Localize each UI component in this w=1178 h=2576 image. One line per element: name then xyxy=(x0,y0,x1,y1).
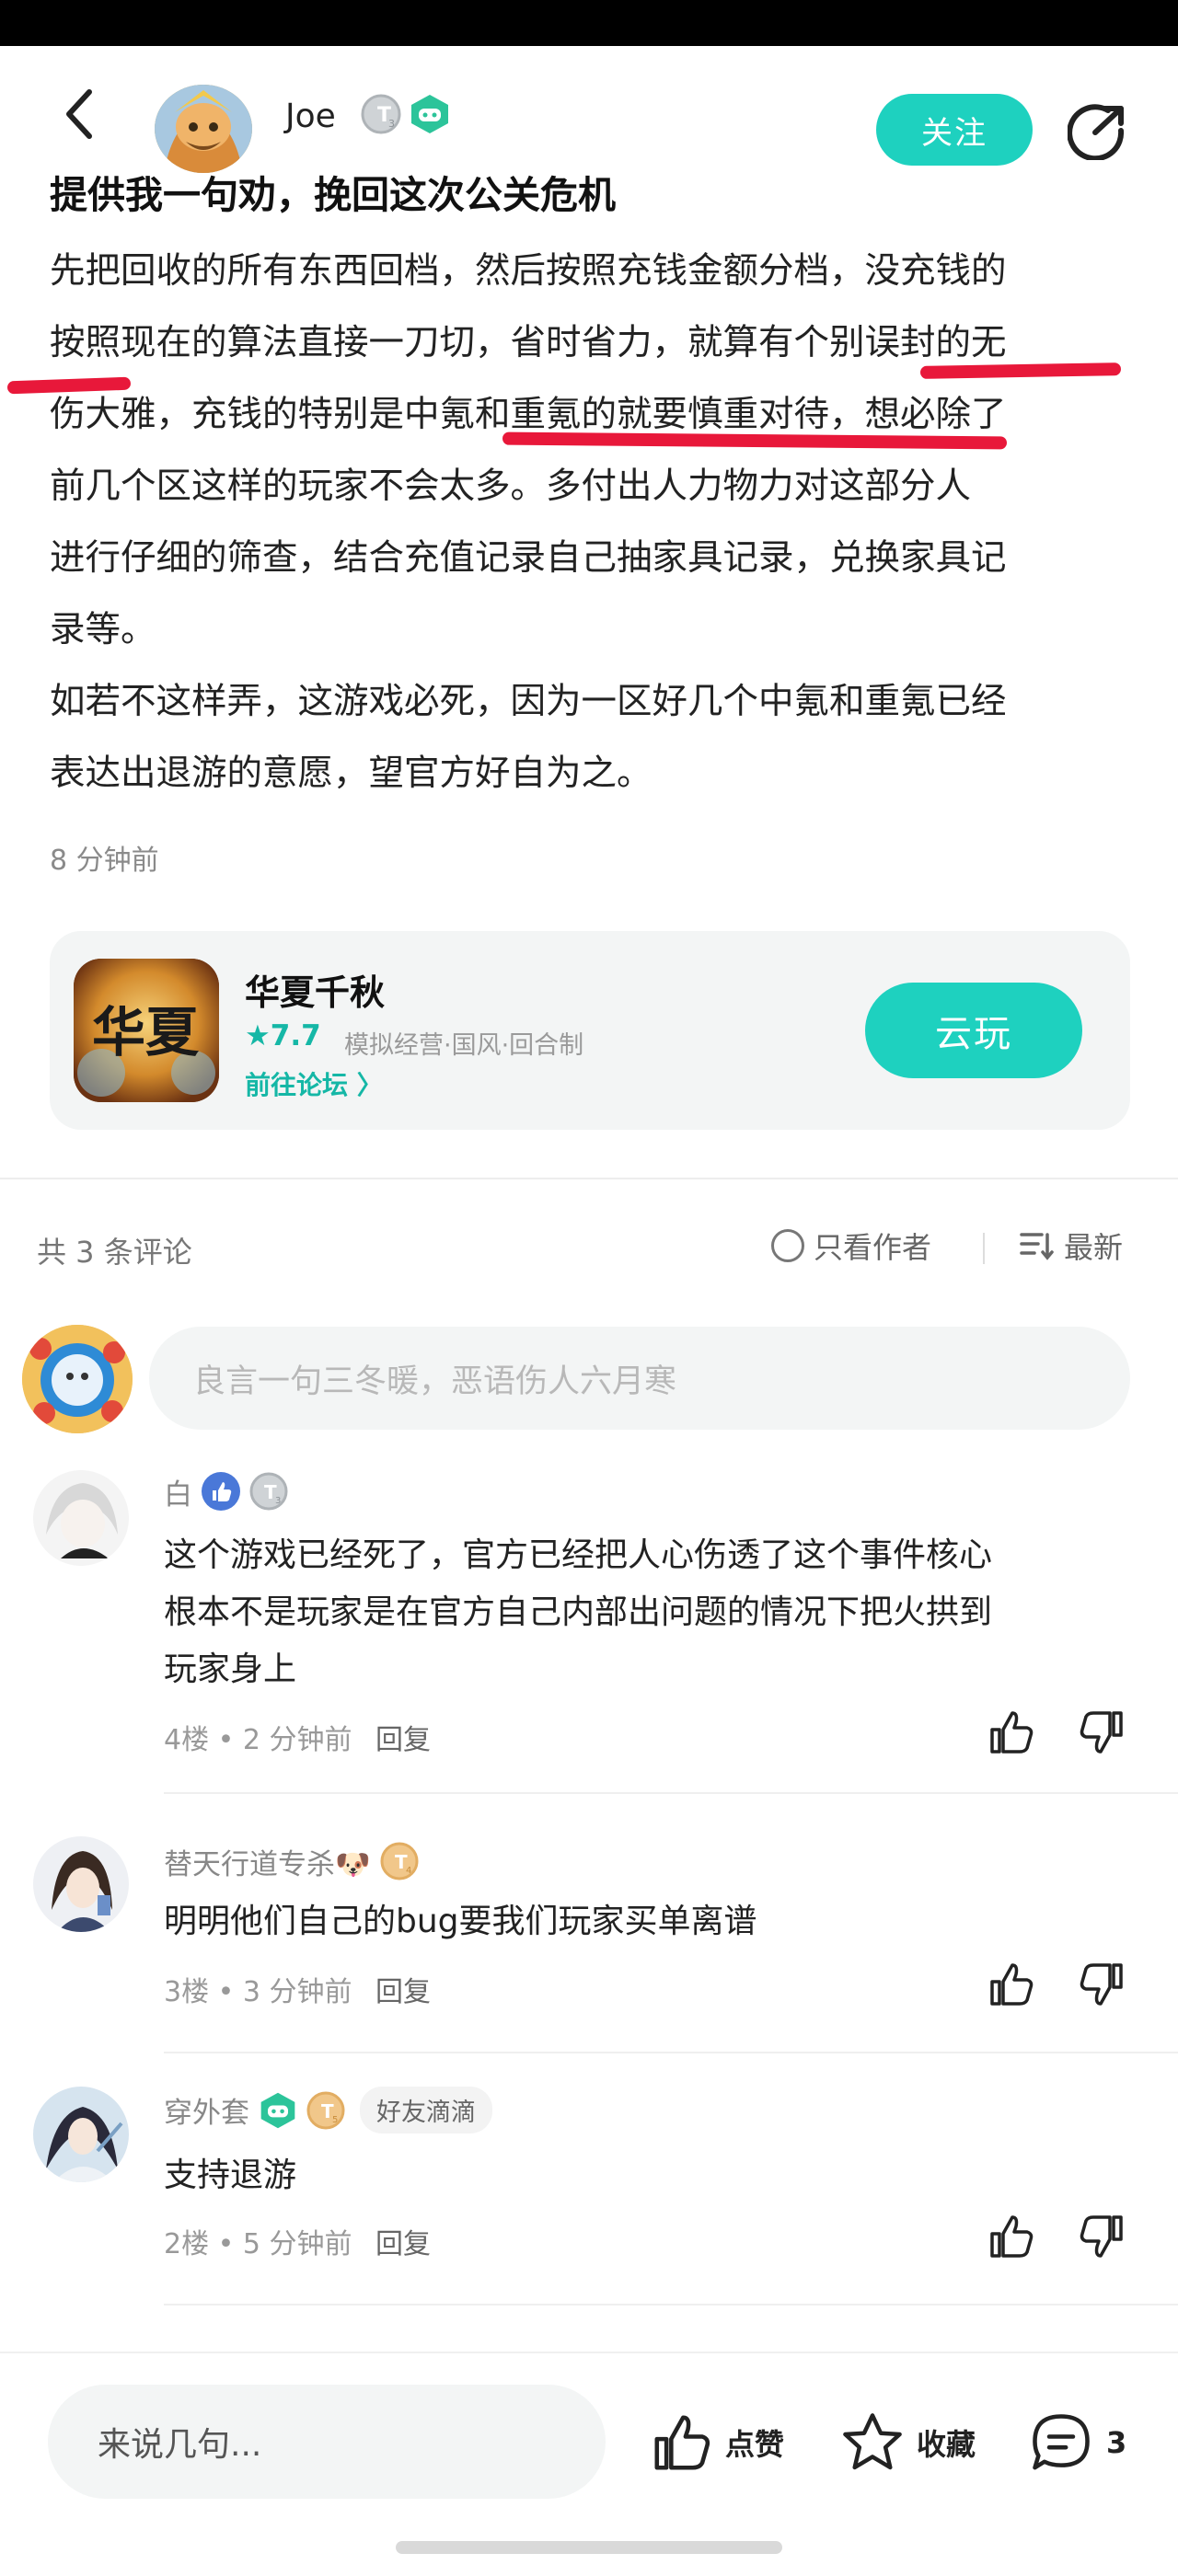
comment-item: 替天行道专杀🐶 T 4 明明他们自己的bug要我们玩家买单离谱 3楼 • 3 分… xyxy=(0,1825,1178,2055)
back-button[interactable] xyxy=(57,86,101,142)
status-bar xyxy=(0,0,1178,46)
section-divider xyxy=(0,1178,1178,1179)
commenter-name-text: 白 xyxy=(164,1478,192,1512)
svg-text:5: 5 xyxy=(332,2115,338,2125)
comment-line: 明明他们自己的bug要我们玩家买单离谱 xyxy=(164,1903,757,1940)
commenter-name-text: 替天行道专杀🐶 xyxy=(164,1847,371,1881)
svg-text:3: 3 xyxy=(388,118,395,130)
commenter-name: 白 T 3 xyxy=(164,1470,290,1512)
commenter-avatar[interactable] xyxy=(33,1470,129,1566)
thumbs-up-icon xyxy=(654,2415,710,2470)
game-icon-text: 华夏 xyxy=(92,1001,200,1064)
comment-divider xyxy=(164,1792,1178,1794)
comment-line: 支持退游 xyxy=(164,2156,297,2194)
comment-input[interactable]: 良言一句三冬暖，恶语伤人六月寒 xyxy=(149,1327,1130,1430)
chevron-left-icon xyxy=(66,89,92,139)
game-card[interactable]: 华夏 华夏千秋 ★7.7 模拟经营·国风·回合制 前往论坛 〉 云玩 xyxy=(50,931,1130,1130)
friend-tag: 好友滴滴 xyxy=(360,2087,492,2133)
thumbs-down-icon[interactable] xyxy=(1075,1960,1126,2009)
commenter-avatar[interactable] xyxy=(33,1836,129,1932)
comments-count: 共 3 条评论 xyxy=(37,1235,192,1270)
comment-line: 根本不是玩家是在官方自己内部出问题的情况下把火拱到 xyxy=(164,1593,993,1631)
game-rating: ★7.7 xyxy=(245,1019,321,1052)
comment-meta: 3楼 • 3 分钟前 回复 xyxy=(164,1969,431,2009)
comment-item: 白 T 3 这个游戏已经死了，官方已经把人心伤透了这个事件核心 根本不是玩家是在… xyxy=(0,1463,1178,1794)
level-badge: T 3 xyxy=(249,1472,288,1511)
author-avatar[interactable] xyxy=(155,85,252,173)
say-something-input[interactable]: 来说几句... xyxy=(48,2385,606,2499)
gamepad-badge-icon xyxy=(407,92,453,136)
level-badge: T 5 xyxy=(306,2091,345,2129)
thumbs-up-icon[interactable] xyxy=(987,1960,1036,2009)
comment-text: 这个游戏已经死了，官方已经把人心伤透了这个事件核心 根本不是玩家是在官方自己内部… xyxy=(164,1527,1139,1698)
commenter-avatar[interactable] xyxy=(33,2087,129,2182)
post-title: 提供我一句劝，挽回这次公关危机 xyxy=(50,173,616,217)
radio-circle-icon xyxy=(771,1229,804,1262)
reply-button[interactable]: 回复 xyxy=(375,1724,431,1756)
game-tags: 模拟经营·国风·回合制 xyxy=(344,1031,584,1060)
comment-meta: 4楼 • 2 分钟前 回复 xyxy=(164,1717,431,1757)
vertical-divider xyxy=(983,1233,985,1264)
level-badge: T 4 xyxy=(380,1842,419,1880)
sort-list-icon xyxy=(1020,1233,1054,1260)
svg-text:3: 3 xyxy=(275,1496,281,1506)
post-line: 进行仔细的筛查，结合充值记录自己抽家具记录，兑换家具记 xyxy=(50,537,1007,579)
like-label: 点赞 xyxy=(725,2427,785,2462)
commenter-name: 穿外套 T 5 好友滴滴 xyxy=(164,2087,492,2133)
post-timestamp: 8 分钟前 xyxy=(50,845,159,877)
collect-button[interactable]: 收藏 xyxy=(839,2409,976,2477)
sort-button[interactable]: 最新 xyxy=(1018,1225,1123,1266)
sort-label: 最新 xyxy=(1064,1230,1124,1265)
comment-count: 3 xyxy=(1106,2425,1127,2460)
share-icon[interactable] xyxy=(1067,103,1128,162)
comment-meta: 2楼 • 5 分钟前 回复 xyxy=(164,2221,431,2261)
star-icon xyxy=(843,2413,902,2470)
commenter-name-text: 穿外套 xyxy=(164,2097,249,2130)
follow-button[interactable]: 关注 xyxy=(876,94,1033,166)
game-icon[interactable]: 华夏 xyxy=(74,959,219,1102)
comment-floor-time: 2楼 • 5 分钟前 xyxy=(164,2228,352,2260)
home-indicator xyxy=(396,2541,782,2554)
comment-line: 这个游戏已经死了，官方已经把人心伤透了这个事件核心 xyxy=(164,1536,993,1574)
comment-bubble-icon xyxy=(1033,2414,1090,2470)
level-badge: T 3 xyxy=(359,92,403,136)
comment-item: 穿外套 T 5 好友滴滴 支持退游 2楼 • 5 分钟前 回复 xyxy=(0,2077,1178,2307)
like-button[interactable]: 点赞 xyxy=(650,2409,784,2477)
cloud-play-button[interactable]: 云玩 xyxy=(865,983,1082,1078)
collect-label: 收藏 xyxy=(917,2427,976,2462)
post-line: 先把回收的所有东西回档，然后按照充钱金额分档，没充钱的 xyxy=(50,250,1007,292)
comment-divider xyxy=(164,2304,1178,2306)
comment-text: 明明他们自己的bug要我们玩家买单离谱 xyxy=(164,1893,1139,1950)
svg-text:4: 4 xyxy=(406,1866,411,1876)
thumbs-up-icon[interactable] xyxy=(987,1708,1036,1757)
post-line: 录等。 xyxy=(50,609,156,650)
post-line: 如若不这样弄，这游戏必死，因为一区好几个中氪和重氪已经 xyxy=(50,681,1007,722)
comment-text: 支持退游 xyxy=(164,2147,1139,2204)
reply-button[interactable]: 回复 xyxy=(375,2228,431,2260)
author-only-toggle[interactable]: 只看作者 xyxy=(771,1225,931,1266)
comment-floor-time: 3楼 • 3 分钟前 xyxy=(164,1976,352,2008)
forum-link[interactable]: 前往论坛 〉 xyxy=(245,1065,383,1102)
author-only-label: 只看作者 xyxy=(814,1230,932,1265)
comment-divider xyxy=(164,2052,1178,2053)
game-name[interactable]: 华夏千秋 xyxy=(245,964,385,1015)
post-line: 前几个区这样的玩家不会太多。多付出人力物力对这部分人 xyxy=(50,466,972,507)
thumbs-up-badge-icon xyxy=(202,1472,240,1511)
post-header: Joe T 3 关注 xyxy=(0,46,1178,175)
comment-line: 玩家身上 xyxy=(164,1650,297,1688)
thumbs-down-icon[interactable] xyxy=(1075,2212,1126,2261)
gamepad-badge-icon xyxy=(260,2092,295,2128)
author-name[interactable]: Joe xyxy=(285,98,336,135)
comment-floor-time: 4楼 • 2 分钟前 xyxy=(164,1724,352,1756)
thumbs-up-icon[interactable] xyxy=(987,2212,1036,2261)
my-avatar[interactable] xyxy=(22,1325,133,1433)
post-line: 表达出退游的意愿，望官方好自为之。 xyxy=(50,753,653,794)
thumbs-down-icon[interactable] xyxy=(1075,1708,1126,1757)
reply-button[interactable]: 回复 xyxy=(375,1976,431,2008)
post-body: 先把回收的所有东西回档，然后按照充钱金额分档，没充钱的 按照现在的算法直接一刀切… xyxy=(50,236,1136,810)
comments-button[interactable]: 3 xyxy=(1027,2409,1126,2477)
commenter-name: 替天行道专杀🐶 T 4 xyxy=(164,1840,421,1882)
bottom-action-bar: 来说几句... 点赞 收藏 3 xyxy=(0,2352,1178,2536)
